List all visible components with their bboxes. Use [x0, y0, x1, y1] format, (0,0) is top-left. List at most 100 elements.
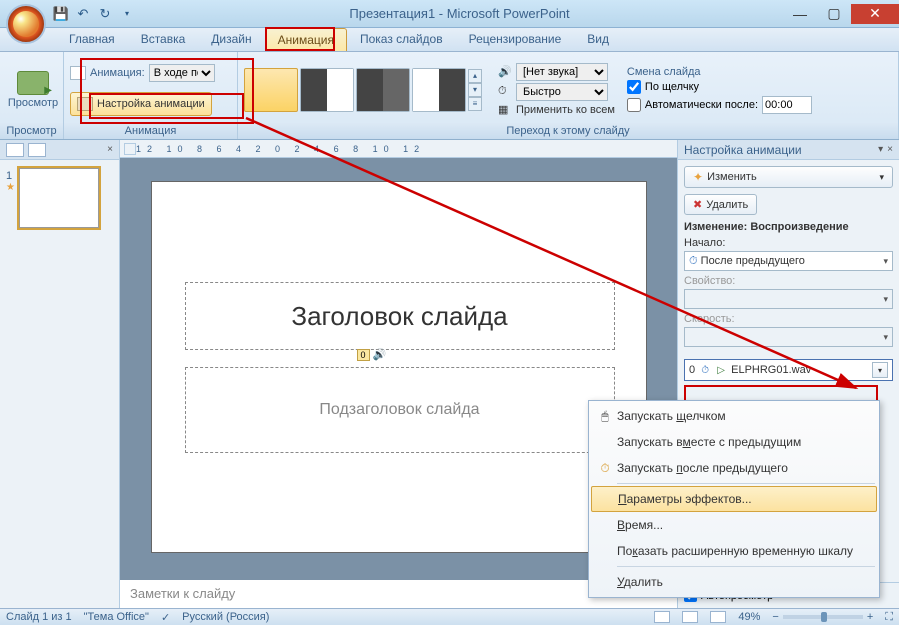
tab-insert[interactable]: Вставка — [128, 27, 199, 51]
tab-view[interactable]: Вид — [574, 27, 622, 51]
office-button[interactable] — [6, 4, 46, 44]
language-indicator[interactable]: Русский (Россия) — [182, 611, 269, 623]
transition-none[interactable] — [244, 68, 298, 112]
transition-speed-combo[interactable]: Быстро — [516, 83, 608, 101]
sound-icon: 🔊 — [373, 348, 387, 361]
status-bar: Слайд 1 из 1 "Тема Office" ✓ Русский (Ро… — [0, 608, 899, 625]
gallery-more-icon[interactable]: ≡ — [468, 97, 482, 111]
subtitle-placeholder[interactable]: Подзаголовок слайда — [185, 367, 615, 453]
undo-icon[interactable]: ↶ — [74, 5, 92, 23]
tab-design[interactable]: Дизайн — [198, 27, 264, 51]
title-text: Заголовок слайда — [291, 301, 507, 332]
star-icon: ✦ — [693, 170, 703, 184]
speed-label: Скорость: — [684, 313, 893, 325]
auto-after-checkbox[interactable] — [627, 98, 641, 112]
fit-icon[interactable]: ⛶ — [885, 611, 893, 624]
auto-after-label: Автоматически после: — [645, 99, 758, 111]
delete-effect-button[interactable]: ✖Удалить — [684, 194, 757, 215]
gallery-down-icon[interactable]: ▾ — [468, 83, 482, 97]
minimize-button[interactable]: — — [783, 4, 817, 24]
thumb-anim-icon: ★ — [6, 182, 15, 193]
ctx-effect-options[interactable]: Параметры эффектов... — [591, 486, 877, 512]
ctx-with-prev[interactable]: Запускать вместе с предыдущим — [589, 429, 879, 455]
auto-after-time[interactable] — [762, 96, 812, 114]
zoom-in-icon[interactable]: + — [867, 611, 873, 623]
zoom-slider[interactable]: − + — [772, 611, 873, 623]
slide[interactable]: Заголовок слайда 0 🔊 Подзаголовок слайда — [151, 181, 647, 553]
taskpane-title: Настройка анимации — [684, 143, 802, 157]
maximize-button[interactable]: ▢ — [817, 4, 851, 24]
title-placeholder[interactable]: Заголовок слайда — [185, 282, 615, 350]
title-bar: 💾 ↶ ↻ ▾ Презентация1 - Microsoft PowerPo… — [0, 0, 899, 28]
lang-icon: ✓ — [161, 611, 170, 624]
effect-item[interactable]: 0 ⏱ ▷ ELPHRG01.wav ▾ — [684, 359, 893, 381]
normal-view-icon[interactable] — [654, 611, 670, 623]
subtitle-text: Подзаголовок слайда — [319, 401, 479, 419]
clock-icon: ⏱ — [689, 255, 698, 268]
tab-home[interactable]: Главная — [56, 27, 128, 51]
apply-all-button[interactable]: Применить ко всем — [516, 104, 615, 116]
start-label: Начало: — [684, 237, 893, 249]
start-value: После предыдущего — [701, 255, 805, 267]
save-icon[interactable]: 💾 — [52, 5, 70, 23]
speed-combo: ▾ — [684, 327, 893, 347]
start-combo[interactable]: ⏱ После предыдущего▾ — [684, 251, 893, 271]
transition-item[interactable] — [356, 68, 410, 112]
slide-thumbnails-panel: × 1★ — [0, 140, 120, 608]
transition-props: 🔊[Нет звука] ⏱Быстро ▦Применить ко всем — [498, 63, 615, 117]
preview-button[interactable]: Просмотр — [6, 67, 60, 113]
panel-close-icon[interactable]: × — [107, 144, 113, 155]
ctx-delete[interactable]: Удалить — [589, 569, 879, 595]
ruler-corner — [124, 143, 136, 155]
on-click-label: По щелчку — [645, 81, 699, 93]
effect-list: 0 ⏱ ▷ ELPHRG01.wav ▾ — [684, 359, 893, 381]
ctx-timing[interactable]: Время... — [589, 512, 879, 538]
close-button[interactable]: ✕ — [851, 4, 899, 24]
context-menu: 🖱Запускать щелчком Запускать вместе с пр… — [588, 400, 880, 598]
ctx-on-click[interactable]: 🖱Запускать щелчком — [589, 403, 879, 429]
taskpane-close-icon[interactable]: × — [887, 144, 893, 155]
outline-tab-icon[interactable] — [28, 143, 46, 157]
slides-tab-icon[interactable] — [6, 143, 24, 157]
thumb-slot-1[interactable]: 1★ — [0, 160, 119, 236]
transition-item[interactable] — [412, 68, 466, 112]
anim-tag: 0 🔊 — [357, 348, 387, 361]
tab-animation[interactable]: Анимация — [265, 28, 347, 51]
group-label-preview: Просмотр — [0, 123, 63, 139]
property-label: Свойство: — [684, 275, 893, 287]
clock-icon: ⏱ — [593, 459, 617, 477]
transition-sound-combo[interactable]: [Нет звука] — [516, 63, 608, 81]
zoom-out-icon[interactable]: − — [772, 611, 778, 623]
slideshow-view-icon[interactable] — [710, 611, 726, 623]
change-effect-button[interactable]: ✦Изменить▾ — [684, 166, 893, 188]
tab-review[interactable]: Рецензирование — [456, 27, 575, 51]
preview-icon — [17, 71, 49, 95]
sorter-view-icon[interactable] — [682, 611, 698, 623]
taskpane-dropdown-icon[interactable]: ▾ — [878, 144, 883, 155]
ribbon: Просмотр Просмотр Анимация: В ходе посл.… — [0, 52, 899, 140]
gallery-up-icon[interactable]: ▴ — [468, 69, 482, 83]
quick-access-toolbar: 💾 ↶ ↻ ▾ — [52, 5, 136, 23]
thumb-image[interactable] — [19, 168, 99, 228]
setup-icon — [77, 97, 93, 111]
animate-combo[interactable]: В ходе посл... — [149, 64, 215, 82]
group-animation: Анимация: В ходе посл... Настройка анима… — [64, 52, 238, 139]
animation-setup-button[interactable]: Настройка анимации — [70, 92, 212, 116]
property-combo: ▾ — [684, 289, 893, 309]
redo-icon[interactable]: ↻ — [96, 5, 114, 23]
qat-dropdown-icon[interactable]: ▾ — [118, 5, 136, 23]
tab-slideshow[interactable]: Показ слайдов — [347, 27, 456, 51]
taskpane-header: Настройка анимации ▾ × — [678, 140, 899, 160]
ctx-show-timeline[interactable]: Показать расширенную временную шкалу — [589, 538, 879, 564]
item-dropdown-icon[interactable]: ▾ — [872, 362, 888, 378]
theme-indicator: "Тема Office" — [84, 611, 149, 623]
window-controls: — ▢ ✕ — [783, 4, 899, 24]
animate-label: Анимация: — [90, 67, 145, 79]
transition-item[interactable] — [300, 68, 354, 112]
zoom-track[interactable] — [783, 615, 863, 619]
on-click-checkbox[interactable] — [627, 80, 641, 94]
ctx-after-prev[interactable]: ⏱Запускать после предыдущего — [589, 455, 879, 481]
separator — [617, 483, 875, 484]
group-preview: Просмотр Просмотр — [0, 52, 64, 139]
sound-icon: 🔊 — [498, 65, 512, 79]
